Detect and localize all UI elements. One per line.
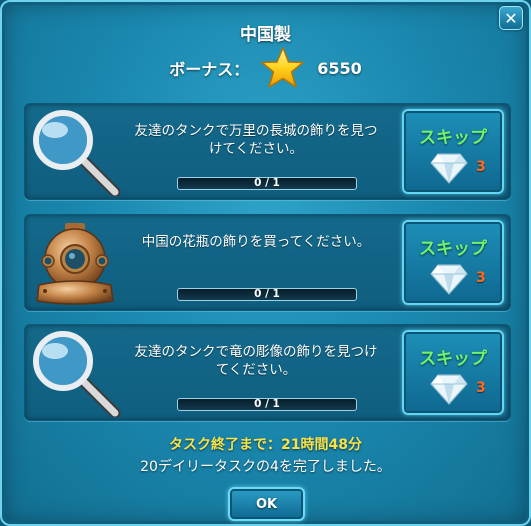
dialog-title: 中国製 [240, 25, 291, 45]
task-row: 中国の花瓶の飾りを買ってください。 0 / 1 スキップ 3 [24, 214, 511, 311]
bonus-value: 6550 [317, 58, 362, 78]
task-progress-bar: 0 / 1 [177, 177, 357, 190]
task-progress-bar: 0 / 1 [177, 398, 357, 411]
skip-button[interactable]: スキップ 3 [402, 330, 504, 415]
magnifier-icon [33, 110, 121, 196]
skip-button[interactable]: スキップ 3 [402, 220, 504, 305]
bonus-label: ボーナス： [169, 60, 250, 79]
task-description: 友達のタンクで竜の彫像の飾りを見つけてください。 [134, 344, 378, 378]
diamond-icon [430, 264, 468, 295]
task-row: 友達のタンクで竜の彫像の飾りを見つけてください。 0 / 1 スキップ 3 [24, 324, 511, 421]
star-icon [261, 47, 304, 88]
progress-text: 0 / 1 [254, 398, 280, 410]
progress-text: 0 / 1 [254, 177, 280, 189]
ok-button[interactable]: OK [228, 487, 305, 521]
task-progress-bar: 0 / 1 [177, 288, 357, 301]
diving-helmet-icon [36, 223, 114, 305]
task-description: 中国の花瓶の飾りを買ってください。 [141, 234, 371, 250]
skip-cost: 3 [476, 159, 486, 175]
daily-task-status: 20デイリータスクの4を完了しました。 [140, 459, 391, 475]
progress-text: 0 / 1 [254, 288, 280, 300]
skip-label: スキップ [419, 349, 487, 369]
skip-button[interactable]: スキップ 3 [402, 109, 504, 194]
skip-cost: 3 [476, 380, 486, 396]
skip-label: スキップ [419, 128, 487, 148]
skip-cost: 3 [476, 270, 486, 286]
daily-task-dialog: ✕ 中国製 ボーナス： 6550 友達のタンクで万里の長城の飾りを見つけてくださ… [0, 0, 531, 526]
diamond-icon [430, 153, 468, 184]
task-timer: タスク終了まで：21時間48分 [169, 437, 362, 453]
skip-label: スキップ [419, 239, 487, 259]
diamond-icon [430, 374, 468, 405]
magnifier-icon [33, 331, 121, 417]
task-description: 友達のタンクで万里の長城の飾りを見つけてください。 [134, 123, 378, 157]
bonus-row: ボーナス： 6550 [2, 46, 529, 90]
task-row: 友達のタンクで万里の長城の飾りを見つけてください。 0 / 1 スキップ 3 [24, 103, 511, 200]
